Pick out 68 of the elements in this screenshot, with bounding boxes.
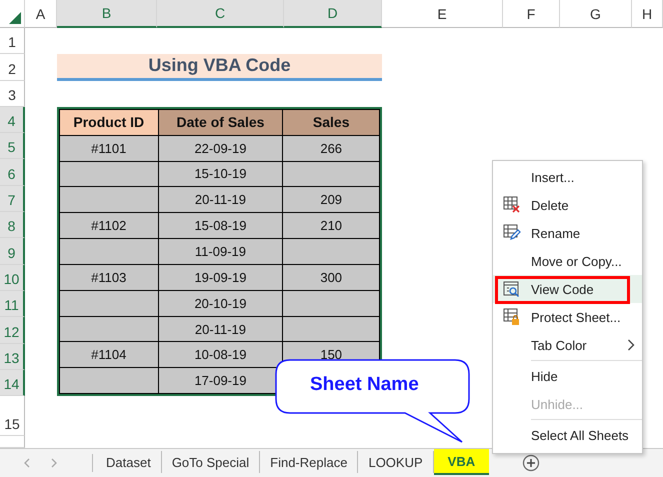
table-cell: 20-11-19 <box>158 316 282 342</box>
column-header[interactable]: F <box>503 0 560 28</box>
row-header[interactable]: 8 <box>0 212 25 238</box>
menu-item[interactable]: Hide <box>493 362 642 390</box>
table-header-cell: Sales <box>283 110 379 135</box>
table-header-cell: Date of Sales <box>158 110 282 135</box>
row-header[interactable]: 10 <box>0 264 25 291</box>
table-cell: 15-08-19 <box>158 213 282 238</box>
magnifier-window-icon <box>503 280 521 298</box>
row-header[interactable]: 7 <box>0 186 25 212</box>
column-header[interactable]: D <box>284 0 382 28</box>
menu-item[interactable]: Tab Color <box>493 331 642 359</box>
menu-item[interactable]: Protect Sheet... <box>493 303 642 331</box>
table-cell: #1104 <box>60 342 158 368</box>
table-pencil-icon <box>503 224 521 242</box>
row-header[interactable]: 14 <box>0 370 25 396</box>
column-header[interactable]: G <box>560 0 632 28</box>
table-cell: #1102 <box>60 213 158 238</box>
row-header[interactable]: 13 <box>0 344 25 370</box>
row-header[interactable]: 6 <box>0 159 25 186</box>
menu-item[interactable]: Select All Sheets <box>493 421 642 449</box>
table-cell: 15-10-19 <box>158 162 282 186</box>
row-header[interactable]: 1 <box>0 28 25 54</box>
table-cell: 19-09-19 <box>158 264 282 290</box>
table-cell: 22-09-19 <box>158 136 282 161</box>
table-cell: 20-11-19 <box>158 187 282 212</box>
sheet-tab[interactable]: Find-Replace <box>260 451 358 473</box>
row-header[interactable]: 15 <box>0 396 25 436</box>
menu-item[interactable]: Insert... <box>493 163 642 191</box>
title-cell: Using VBA Code <box>57 54 382 81</box>
row-header[interactable]: 4 <box>0 106 25 134</box>
column-header[interactable]: A <box>25 0 57 28</box>
chevron-right-icon <box>627 339 635 351</box>
column-header[interactable]: H <box>632 0 663 28</box>
select-all-icon[interactable] <box>9 12 21 24</box>
column-header[interactable]: C <box>157 0 284 28</box>
column-header[interactable]: B <box>57 0 157 28</box>
menu-item[interactable]: Move or Copy... <box>493 247 642 275</box>
table-cell: #1101 <box>60 136 158 161</box>
table-cell: 266 <box>283 136 379 161</box>
column-header[interactable]: E <box>382 0 503 28</box>
row-header[interactable] <box>0 436 25 448</box>
sheet-tab[interactable]: Dataset <box>96 451 162 473</box>
scroll-right-icon[interactable] <box>50 458 58 468</box>
row-header[interactable]: 9 <box>0 238 25 265</box>
menu-item[interactable]: View Code <box>493 275 642 303</box>
row-header[interactable]: 2 <box>0 54 25 81</box>
sheet-tab[interactable]: GoTo Special <box>162 451 260 473</box>
table-cell: 210 <box>283 213 379 238</box>
menu-item[interactable]: Delete <box>493 191 642 219</box>
scroll-left-icon[interactable] <box>23 458 31 468</box>
callout-text: Sheet Name <box>310 374 419 396</box>
row-header[interactable]: 12 <box>0 317 25 344</box>
table-delete-icon <box>503 196 521 214</box>
table-cell: 300 <box>283 264 379 290</box>
menu-item[interactable]: Rename <box>493 219 642 247</box>
row-header[interactable]: 11 <box>0 290 25 318</box>
table-cell: 20-10-19 <box>158 290 282 316</box>
table-cell: 11-09-19 <box>158 239 282 264</box>
table-cell: 209 <box>283 187 379 212</box>
table-cell: #1103 <box>60 264 158 290</box>
add-sheet-icon[interactable] <box>522 454 540 472</box>
row-header[interactable]: 3 <box>0 80 25 107</box>
row-header[interactable]: 5 <box>0 133 25 160</box>
table-cell: 10-08-19 <box>158 342 282 368</box>
table-header-cell: Product ID <box>60 110 158 135</box>
sheet-tab[interactable]: VBA <box>434 449 490 475</box>
table-lock-icon <box>503 308 521 326</box>
